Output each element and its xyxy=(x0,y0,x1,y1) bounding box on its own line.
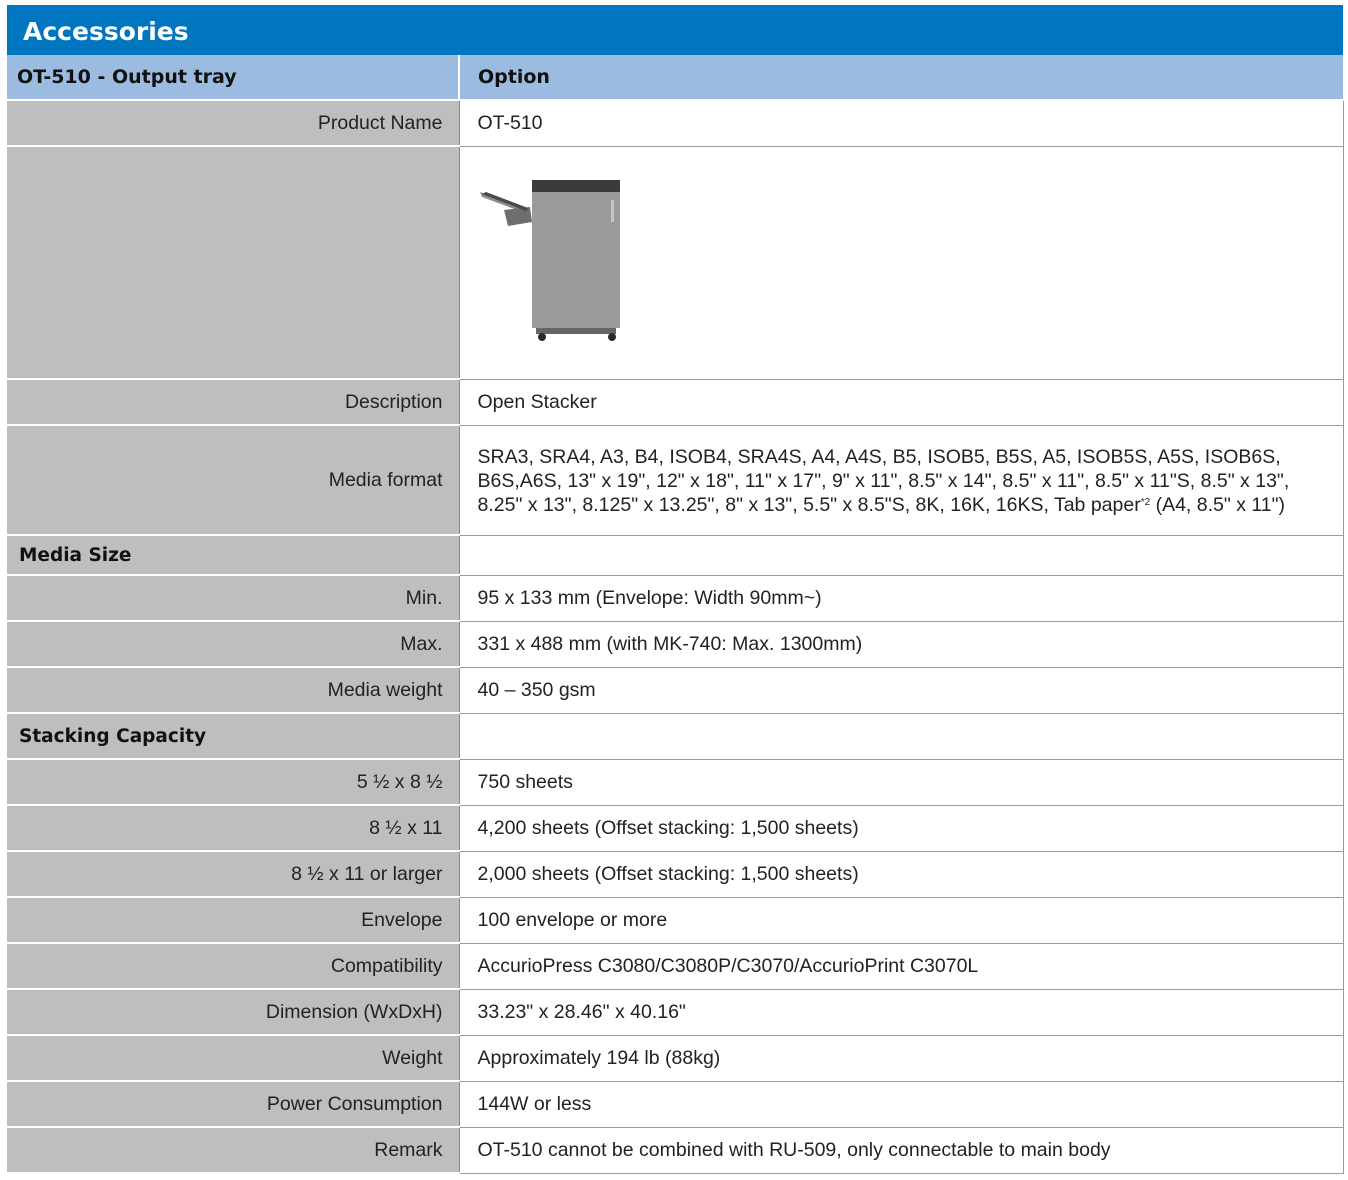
media-format-label: Media format xyxy=(7,425,460,536)
header-option: Option xyxy=(459,55,1343,101)
media-format-value: SRA3, SRA4, A3, B4, ISOB4, SRA4S, A4, A4… xyxy=(459,425,1344,536)
media-format-line3-text: 8.25" x 13", 8.125" x 13.25", 8" x 13", … xyxy=(477,494,1141,516)
stacking-empty xyxy=(459,713,1344,760)
row-description: Description Open Stacker xyxy=(7,379,1344,426)
row-stacking: Envelope 100 envelope or more xyxy=(7,897,1344,944)
row-media-format: Media format SRA3, SRA4, A3, B4, ISOB4, … xyxy=(7,425,1344,536)
spec-table: OT-510 - Output tray Option Product Name… xyxy=(7,55,1344,1174)
weight-label: Weight xyxy=(7,1035,460,1082)
row-product-image xyxy=(7,146,1344,380)
accessories-spec-sheet: Accessories OT-510 - Output tray Option … xyxy=(7,5,1344,1174)
description-value: Open Stacker xyxy=(459,379,1344,426)
media-format-line2: B6S,A6S, 13" x 19", 12" x 18", 11" x 17"… xyxy=(477,470,1290,492)
footnote-mark: *2 xyxy=(1140,497,1151,508)
row-stacking: 8 ½ x 11 or larger 2,000 sheets (Offset … xyxy=(7,851,1344,898)
image-cell xyxy=(459,146,1344,380)
dimension-value: 33.23" x 28.46" x 40.16" xyxy=(459,989,1344,1036)
description-label: Description xyxy=(7,379,460,426)
stacking-value: 750 sheets xyxy=(459,759,1344,806)
remark-label: Remark xyxy=(7,1127,460,1174)
table-header: OT-510 - Output tray Option xyxy=(7,55,1343,101)
stacking-value: 4,200 sheets (Offset stacking: 1,500 she… xyxy=(459,805,1344,852)
remark-value: OT-510 cannot be combined with RU-509, o… xyxy=(459,1127,1344,1174)
min-label: Min. xyxy=(7,575,460,622)
row-max: Max. 331 x 488 mm (with MK-740: Max. 130… xyxy=(7,621,1344,668)
media-format-line3-tail: (A4, 8.5" x 11") xyxy=(1150,494,1286,516)
stacking-label: 8 ½ x 11 or larger xyxy=(7,851,460,898)
row-compatibility: Compatibility AccurioPress C3080/C3080P/… xyxy=(7,943,1344,990)
image-label-cell xyxy=(7,146,460,380)
row-product-name: Product Name OT-510 xyxy=(7,100,1344,147)
row-remark: Remark OT-510 cannot be combined with RU… xyxy=(7,1127,1344,1174)
media-format-line3: 8.25" x 13", 8.125" x 13.25", 8" x 13", … xyxy=(478,493,1343,517)
max-value: 331 x 488 mm (with MK-740: Max. 1300mm) xyxy=(459,621,1344,668)
media-weight-value: 40 – 350 gsm xyxy=(459,667,1344,714)
compatibility-value: AccurioPress C3080/C3080P/C3070/AccurioP… xyxy=(459,943,1344,990)
media-weight-label: Media weight xyxy=(7,667,460,714)
dimension-label: Dimension (WxDxH) xyxy=(7,989,460,1036)
max-label: Max. xyxy=(7,621,460,668)
row-stacking: 5 ½ x 8 ½ 750 sheets xyxy=(7,759,1344,806)
compatibility-label: Compatibility xyxy=(7,943,460,990)
stacking-heading: Stacking Capacity xyxy=(7,713,460,760)
row-dimension: Dimension (WxDxH) 33.23" x 28.46" x 40.1… xyxy=(7,989,1344,1036)
page-title: Accessories xyxy=(7,5,1343,55)
weight-value: Approximately 194 lb (88kg) xyxy=(459,1035,1344,1082)
row-min: Min. 95 x 133 mm (Envelope: Width 90mm~) xyxy=(7,575,1344,622)
media-size-empty xyxy=(459,535,1344,576)
section-media-size: Media Size xyxy=(7,535,1344,576)
stacking-value: 100 envelope or more xyxy=(459,897,1344,944)
product-name-value: OT-510 xyxy=(459,100,1344,147)
stacking-label: Envelope xyxy=(7,897,460,944)
row-power: Power Consumption 144W or less xyxy=(7,1081,1344,1128)
media-size-heading: Media Size xyxy=(7,535,460,576)
row-media-weight: Media weight 40 – 350 gsm xyxy=(7,667,1344,714)
product-name-label: Product Name xyxy=(7,100,460,147)
power-value: 144W or less xyxy=(459,1081,1344,1128)
power-label: Power Consumption xyxy=(7,1081,460,1128)
row-weight: Weight Approximately 194 lb (88kg) xyxy=(7,1035,1344,1082)
min-value: 95 x 133 mm (Envelope: Width 90mm~) xyxy=(459,575,1344,622)
header-product: OT-510 - Output tray xyxy=(7,55,460,101)
product-image xyxy=(479,179,620,341)
stacking-value: 2,000 sheets (Offset stacking: 1,500 she… xyxy=(459,851,1344,898)
stacking-label: 8 ½ x 11 xyxy=(7,805,460,852)
stacking-label: 5 ½ x 8 ½ xyxy=(7,759,460,806)
section-stacking-capacity: Stacking Capacity xyxy=(7,713,1344,760)
media-format-line1: SRA3, SRA4, A3, B4, ISOB4, SRA4S, A4, A4… xyxy=(477,446,1281,468)
row-stacking: 8 ½ x 11 4,200 sheets (Offset stacking: … xyxy=(7,805,1344,852)
